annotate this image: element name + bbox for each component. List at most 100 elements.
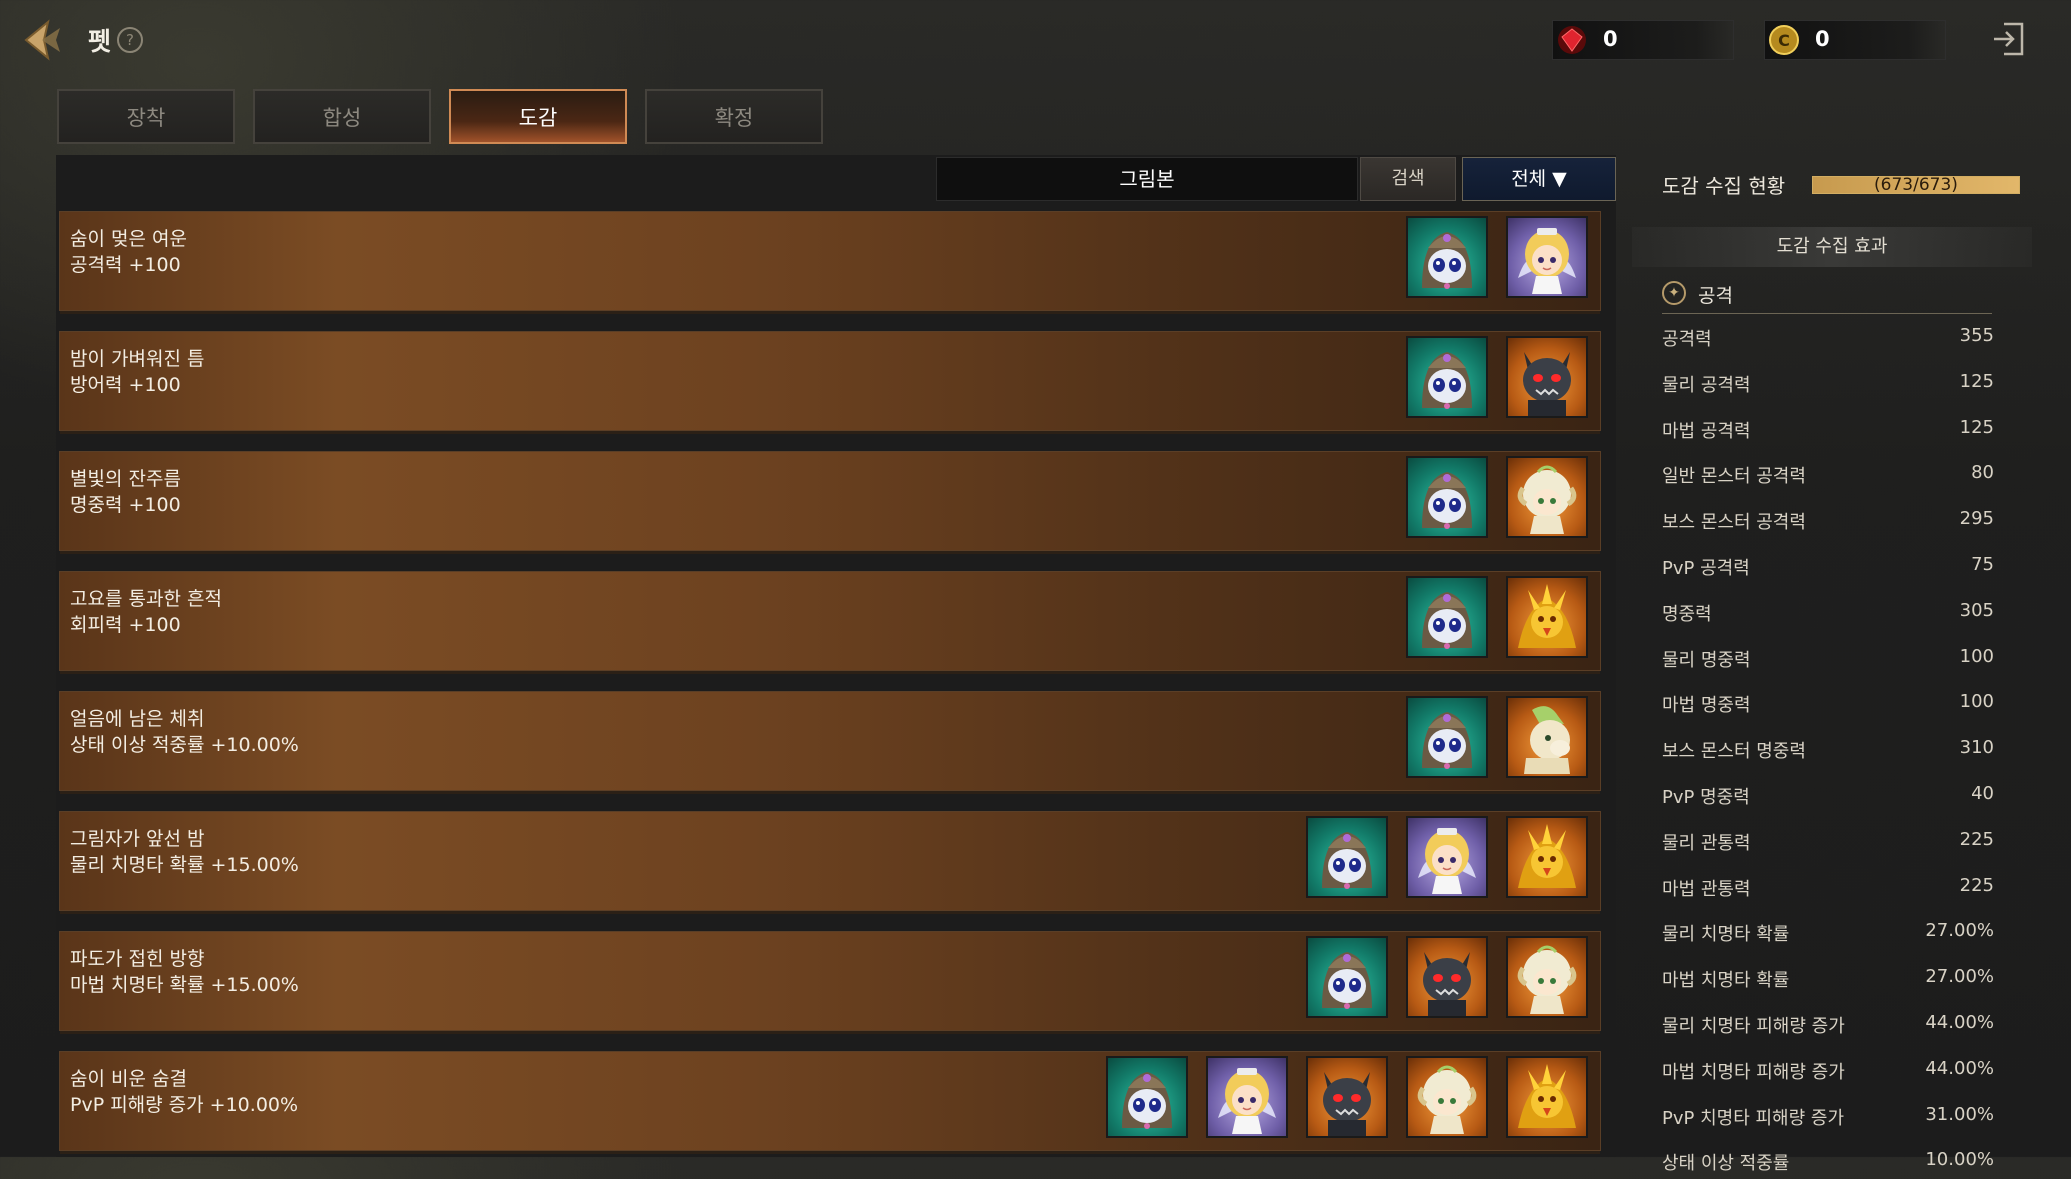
stat-row: 마법 공격력 125 — [1662, 417, 1994, 447]
collection-row[interactable]: 별빛의 잔주름명중력 +100 — [59, 451, 1601, 554]
collection-title: 고요를 통과한 흔적 — [70, 588, 222, 610]
stat-value: 310 — [1959, 737, 1994, 759]
stat-name: PvP 치명타 피해량 증가 — [1662, 1107, 1845, 1129]
collection-title: 그림자가 앞선 밤 — [70, 828, 205, 850]
collection-pets — [1106, 1056, 1588, 1142]
stat-value: 100 — [1959, 691, 1994, 713]
collection-effect: 물리 치명타 확률 +15.00% — [70, 854, 299, 876]
tab-equip[interactable]: 장착 — [57, 89, 235, 144]
ghost-pet-icon[interactable] — [1406, 456, 1488, 538]
stat-value: 100 — [1959, 645, 1994, 667]
stat-row: 물리 치명타 피해량 증가 44.00% — [1662, 1012, 1994, 1042]
collection-title: 얼음에 남은 체취 — [70, 708, 205, 730]
stat-name: 마법 치명타 피해량 증가 — [1662, 1061, 1845, 1083]
collection-row[interactable]: 얼음에 남은 체취 상태 이상 적중률 +10.00% — [59, 691, 1601, 794]
ghost-pet-icon[interactable] — [1106, 1056, 1188, 1138]
collection-row[interactable]: 숨이 멎은 여운공격력 +100 — [59, 211, 1601, 314]
lamb-pet-icon[interactable] — [1506, 456, 1588, 538]
tab-confirm[interactable]: 확정 — [645, 89, 823, 144]
ghost-pet-icon[interactable] — [1406, 336, 1488, 418]
lamb-pet-icon[interactable] — [1506, 936, 1588, 1018]
stat-row: 명중력 305 — [1662, 600, 1994, 630]
page-title: 펫 — [88, 27, 112, 56]
tab-synthesis[interactable]: 합성 — [253, 89, 431, 144]
stat-row: 마법 치명타 피해량 증가 44.00% — [1662, 1058, 1994, 1088]
collection-title: 숨이 멎은 여운 — [70, 228, 187, 250]
demon-pet-icon[interactable] — [1406, 936, 1488, 1018]
stat-row: 물리 치명타 확률 27.00% — [1662, 920, 1994, 950]
collection-effect: 공격력 +100 — [70, 254, 181, 276]
collection-pets — [1406, 336, 1588, 422]
attack-category-label: 공격 — [1698, 285, 1733, 307]
stat-row: 마법 명중력 100 — [1662, 691, 1994, 721]
gold-coin-currency[interactable]: C 0 — [1764, 20, 1946, 60]
lamb-pet-icon[interactable] — [1406, 1056, 1488, 1138]
stat-value: 80 — [1971, 462, 1994, 484]
filter-dropdown[interactable]: 전체 ▼ — [1462, 157, 1616, 201]
gold-coin-count: 0 — [1815, 27, 1830, 51]
stat-name: 물리 치명타 확률 — [1662, 924, 1790, 946]
collection-row[interactable]: 고요를 통과한 흔적 회피력 +100 — [59, 571, 1601, 674]
demon-pet-icon[interactable] — [1506, 336, 1588, 418]
collection-effect: 방어력 +100 — [70, 374, 181, 396]
fairy-pet-icon[interactable] — [1406, 816, 1488, 898]
phoenix-pet-icon[interactable] — [1506, 576, 1588, 658]
collect-progress-text: (673/673) — [1874, 175, 1958, 195]
attack-icon: ✦ — [1662, 281, 1686, 305]
stat-value: 225 — [1959, 874, 1994, 896]
stat-value: 125 — [1959, 416, 1994, 438]
attack-category-header[interactable]: ✦ 공격 — [1662, 279, 1992, 314]
stat-row: 상태 이상 적중률 10.00% — [1662, 1149, 1994, 1179]
gold-coin-icon: C — [1769, 25, 1799, 55]
fairy-pet-icon[interactable] — [1506, 216, 1588, 298]
stat-value: 305 — [1959, 599, 1994, 621]
collection-pets — [1406, 576, 1588, 662]
stat-name: 물리 관통력 — [1662, 832, 1751, 854]
stat-value: 295 — [1959, 508, 1994, 530]
collection-row[interactable]: 파도가 접힌 방향 마법 치명타 확률 +15.00% — [59, 931, 1601, 1034]
collection-effect: 마법 치명타 확률 +15.00% — [70, 974, 299, 996]
stat-value: 40 — [1971, 783, 1994, 804]
collection-row[interactable]: 밤이 가벼워진 틈방어력 +100 — [59, 331, 1601, 434]
fairy-pet-icon[interactable] — [1206, 1056, 1288, 1138]
stat-value: 355 — [1959, 325, 1994, 346]
exit-icon[interactable] — [1990, 20, 2026, 58]
stat-row: 보스 몬스터 명중력 310 — [1662, 737, 1994, 767]
collection-row[interactable]: 그림자가 앞선 밤물리 치명타 확률 +15.00% — [59, 811, 1601, 914]
stat-value: 44.00% — [1925, 1012, 1994, 1033]
back-arrow-icon[interactable] — [22, 18, 66, 62]
stat-row: 일반 몬스터 공격력 80 — [1662, 462, 1994, 492]
stat-row: 보스 몬스터 공격력 295 — [1662, 508, 1994, 538]
stat-name: 물리 치명타 피해량 증가 — [1662, 1016, 1845, 1037]
ghost-pet-icon[interactable] — [1406, 216, 1488, 298]
collection-row[interactable]: 숨이 비운 숨결 PvP 피해량 증가 +10.00% — [59, 1051, 1601, 1154]
stat-row: PvP 명중력 40 — [1662, 783, 1994, 813]
collection-pets — [1306, 936, 1588, 1022]
ghost-pet-icon[interactable] — [1306, 936, 1388, 1018]
collect-progress-bar: (673/673) — [1812, 175, 2020, 195]
ghost-pet-icon[interactable] — [1406, 576, 1488, 658]
stat-value: 225 — [1959, 828, 1994, 850]
stat-row: 마법 치명타 확률 27.00% — [1662, 966, 1994, 996]
search-button[interactable]: 검색 — [1360, 157, 1456, 201]
stat-value: 27.00% — [1925, 920, 1994, 942]
collection-effect: 명중력 +100 — [70, 494, 181, 516]
ghost-pet-icon[interactable] — [1306, 816, 1388, 898]
stat-row: 물리 명중력 100 — [1662, 646, 1994, 676]
grimbon-label: 그림본 — [936, 157, 1358, 201]
stat-value: 125 — [1959, 370, 1994, 392]
demon-pet-icon[interactable] — [1306, 1056, 1388, 1138]
phoenix-pet-icon[interactable] — [1506, 816, 1588, 898]
collection-title: 밤이 가벼워진 틈 — [70, 348, 205, 370]
red-gem-currency[interactable]: 0 — [1552, 20, 1734, 60]
tab-codex[interactable]: 도감 — [449, 89, 627, 144]
collection-title: 별빛의 잔주름 — [70, 468, 181, 490]
phoenix-pet-icon[interactable] — [1506, 1056, 1588, 1138]
help-icon[interactable]: ? — [117, 27, 143, 53]
stat-value: 75 — [1971, 554, 1994, 575]
pony-pet-icon[interactable] — [1506, 696, 1588, 778]
stat-name: 마법 치명타 확률 — [1662, 970, 1790, 992]
stat-row: 마법 관통력 225 — [1662, 875, 1994, 905]
stat-name: PvP 공격력 — [1662, 558, 1750, 579]
ghost-pet-icon[interactable] — [1406, 696, 1488, 778]
